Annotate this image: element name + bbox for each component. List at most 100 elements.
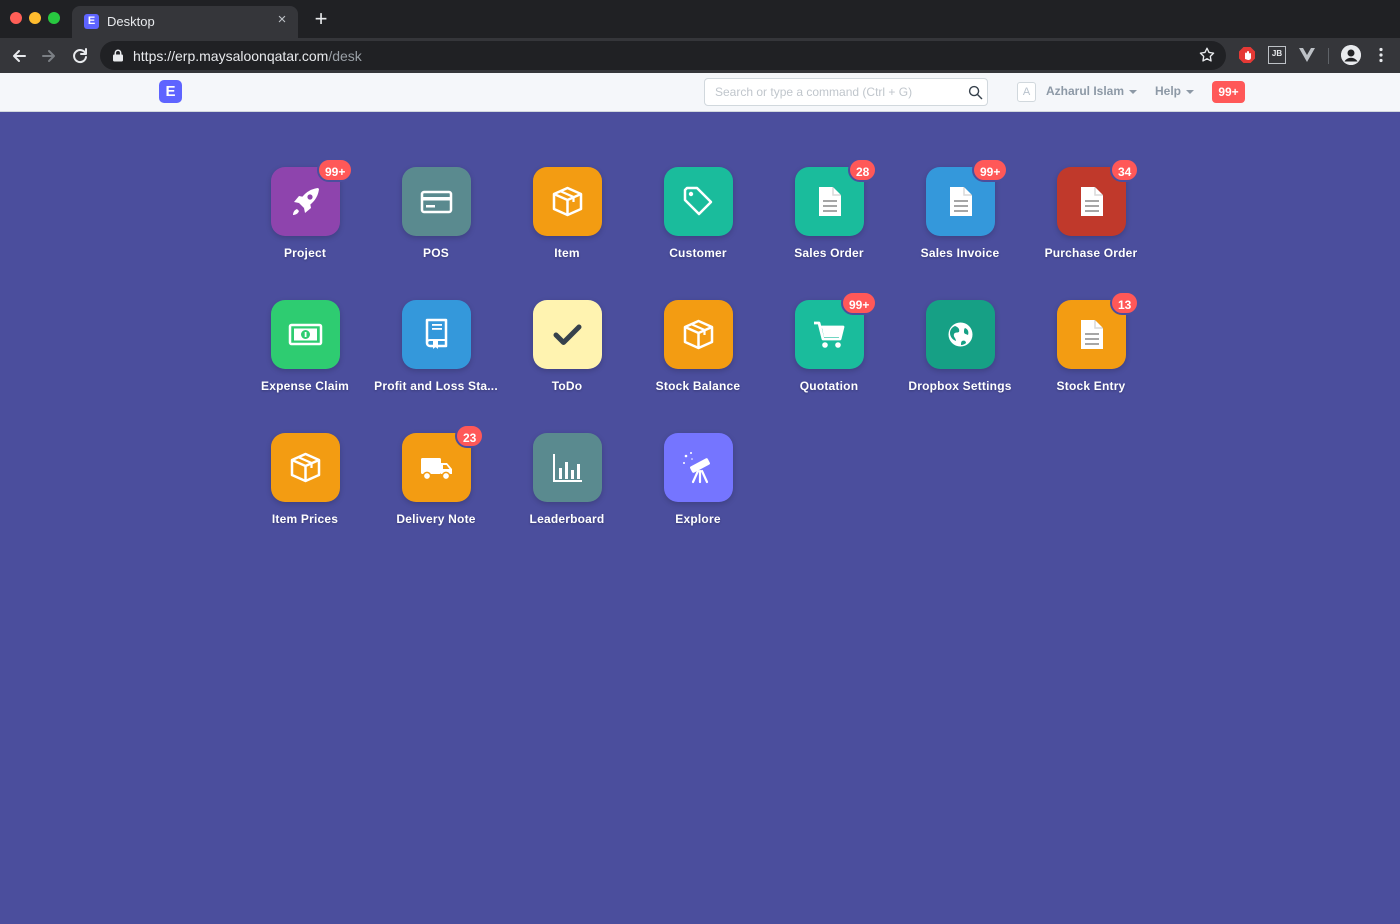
document-icon [1081,320,1103,349]
profile-icon[interactable] [1341,45,1361,65]
module-label: Item Prices [271,512,339,526]
module-tile[interactable] [926,300,995,369]
module-label: Expense Claim [261,379,349,393]
module-label: Quotation [799,379,859,393]
module-project[interactable]: 99+ Project [235,158,375,277]
count-badge: 99+ [972,158,1009,182]
window-maximize-button[interactable] [48,12,60,24]
module-tile[interactable] [664,300,733,369]
module-item-prices[interactable]: Item Prices [235,433,375,543]
rocket-icon [293,188,319,215]
tab-close-icon[interactable]: × [274,12,290,28]
module-tile[interactable] [271,433,340,502]
globe-icon [948,322,973,347]
module-quotation[interactable]: 99+ Quotation [759,291,899,410]
module-label: Sales Invoice [920,246,1000,260]
module-sales-invoice[interactable]: 99+ Sales Invoice [890,158,1030,277]
module-delivery-note[interactable]: 23 Delivery Note [366,424,506,543]
module-todo[interactable]: ToDo [497,300,637,410]
bar-chart-icon [553,454,582,482]
erpnext-favicon-icon: E [84,14,99,29]
erpnext-logo[interactable]: E [159,80,182,103]
user-dropdown[interactable]: Azharul Islam [1046,84,1138,98]
credit-card-icon [420,190,453,214]
module-label: Stock Entry [1056,379,1126,393]
module-tile[interactable] [402,300,471,369]
module-label: Sales Order [794,246,864,260]
module-sales-order[interactable]: 28 Sales Order [759,158,899,277]
module-label: Explore [675,512,721,526]
module-dropbox-settings[interactable]: Dropbox Settings [890,300,1030,410]
checkmark-icon [553,324,582,345]
module-label: ToDo [551,379,583,393]
module-expense-claim[interactable]: Expense Claim [235,300,375,410]
module-label: Purchase Order [1044,246,1138,260]
module-label: Dropbox Settings [908,379,1012,393]
browser-tab[interactable]: E Desktop × [72,6,298,38]
notifications-button[interactable]: 99+ [1212,81,1245,103]
document-icon [819,187,841,216]
arrow-right-icon [42,50,55,62]
adblock-icon[interactable] [1238,46,1256,64]
count-badge: 23 [455,424,485,448]
shopping-cart-icon [814,321,845,348]
tab-title: Desktop [107,14,155,29]
new-tab-button[interactable]: + [310,8,332,30]
count-badge: 99+ [317,158,354,182]
module-stock-entry[interactable]: 13 Stock Entry [1021,291,1161,410]
box-icon [552,186,583,217]
module-label: POS [423,246,449,260]
count-badge: 28 [848,158,878,182]
book-icon [425,318,448,349]
module-customer[interactable]: Customer [628,167,768,277]
search-input[interactable] [705,79,955,105]
module-leaderboard[interactable]: Leaderboard [497,433,637,543]
module-profit-and-loss-sta[interactable]: Profit and Loss Sta... [366,300,506,410]
count-badge: 13 [1110,291,1140,315]
module-label: Profit and Loss Sta... [374,379,498,393]
help-dropdown[interactable]: Help [1155,84,1195,98]
awesome-bar[interactable] [704,78,988,106]
module-item[interactable]: Item [497,167,637,277]
module-tile[interactable] [533,167,602,236]
back-button[interactable] [8,45,30,67]
count-badge: 99+ [841,291,878,315]
chevron-down-icon [1186,89,1195,94]
box-icon [290,452,321,483]
jb-icon[interactable]: JB [1268,46,1286,64]
count-badge: 34 [1110,158,1140,182]
module-pos[interactable]: POS [366,167,506,277]
module-label: Stock Balance [655,379,741,393]
module-label: Project [283,246,327,260]
module-explore[interactable]: Explore [628,433,768,543]
browser-menu-icon[interactable] [1372,46,1390,64]
user-name: Azharul Islam [1046,84,1125,98]
lock-icon [113,49,123,62]
money-icon [288,323,323,346]
module-tile[interactable] [533,300,602,369]
module-tile[interactable] [402,167,471,236]
module-tile[interactable] [533,433,602,502]
avatar[interactable]: A [1017,82,1036,102]
module-stock-balance[interactable]: Stock Balance [628,300,768,410]
document-icon [950,187,972,216]
vue-devtools-icon[interactable] [1298,46,1316,64]
app-navbar: E A Azharul Islam Help 99+ [0,73,1400,112]
module-tile[interactable] [664,167,733,236]
truck-icon [421,458,452,481]
module-tile[interactable] [271,300,340,369]
toolbar-divider [1328,48,1329,64]
module-tile[interactable] [664,433,733,502]
module-label: Item [554,246,580,260]
bookmark-star-icon[interactable] [1198,46,1216,64]
reload-button[interactable] [69,45,91,67]
window-minimize-button[interactable] [29,12,41,24]
address-bar[interactable]: https://erp.maysaloonqatar.com/desk [100,41,1226,70]
module-label: Leaderboard [529,512,605,526]
reload-icon [73,48,87,64]
browser-toolbar: https://erp.maysaloonqatar.com/desk JB [0,38,1400,73]
window-close-button[interactable] [10,12,22,24]
module-purchase-order[interactable]: 34 Purchase Order [1021,158,1161,277]
search-icon[interactable] [968,85,983,100]
forward-button[interactable] [38,45,60,67]
